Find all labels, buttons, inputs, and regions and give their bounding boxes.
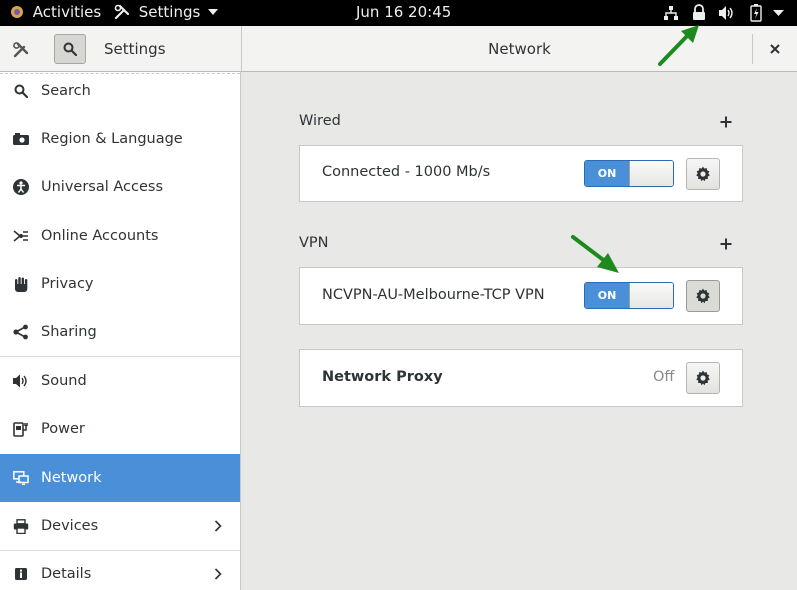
network-icon <box>12 469 30 487</box>
search-button[interactable] <box>54 34 86 64</box>
network-proxy-settings-button[interactable] <box>686 362 720 394</box>
network-proxy-card[interactable]: Network Proxy Off <box>299 349 743 407</box>
sidebar-item-label: Region & Language <box>41 131 183 147</box>
sidebar-item-devices[interactable]: Devices <box>0 502 240 550</box>
gear-icon <box>696 370 710 386</box>
clock[interactable]: Jun 16 20:45 <box>356 0 451 26</box>
chevron-right-icon <box>214 520 222 532</box>
speaker-icon <box>12 372 30 390</box>
activities-button[interactable]: Activities <box>10 0 101 26</box>
sidebar-item-label: Power <box>41 421 85 437</box>
hand-icon <box>12 275 30 293</box>
network-proxy-label: Network Proxy <box>322 369 443 385</box>
add-wired-connection-icon[interactable] <box>719 115 733 129</box>
wired-section-title: Wired <box>299 113 341 129</box>
camera-icon <box>12 130 30 148</box>
switch-knob <box>629 161 673 186</box>
close-icon <box>770 44 780 54</box>
wired-connection-card: Connected - 1000 Mb/s ON <box>299 145 743 202</box>
activities-icon <box>11 6 23 18</box>
system-menu-chevron-icon[interactable] <box>773 9 784 17</box>
network-panel: Wired Connected - 1000 Mb/s ON VPN NCVPN… <box>242 72 797 590</box>
wired-toggle-switch[interactable]: ON <box>584 160 674 187</box>
sidebar-title: Settings <box>104 40 166 58</box>
sidebar-item-sharing[interactable]: Sharing <box>0 308 240 356</box>
switch-on-label: ON <box>585 283 629 308</box>
header-separator-right <box>752 34 753 64</box>
network-proxy-status: Off <box>653 369 675 385</box>
printer-icon <box>12 517 30 535</box>
vpn-settings-button[interactable] <box>686 280 720 312</box>
share-icon <box>12 323 30 341</box>
vpn-lock-icon[interactable] <box>692 4 706 21</box>
settings-tools-icon <box>13 42 29 58</box>
sidebar-item-region-language[interactable]: Region & Language <box>0 115 240 163</box>
sidebar-item-label: Online Accounts <box>41 228 159 244</box>
info-icon <box>12 565 30 583</box>
accessibility-icon <box>12 178 30 196</box>
power-icon <box>12 420 30 438</box>
app-menu-button[interactable]: Settings <box>114 0 219 26</box>
sidebar-item-power[interactable]: Power <box>0 405 240 453</box>
sidebar-item-privacy[interactable]: Privacy <box>0 260 240 308</box>
sidebar-item-label: Details <box>41 566 92 582</box>
gear-icon <box>696 166 710 182</box>
search-icon <box>63 42 77 56</box>
panel-title: Network <box>488 40 551 58</box>
sidebar-item-sound[interactable]: Sound <box>0 357 240 405</box>
sidebar-item-universal-access[interactable]: Universal Access <box>0 163 240 211</box>
sidebar-item-label: Universal Access <box>41 179 164 195</box>
sidebar-item-network[interactable]: Network <box>0 454 240 502</box>
annotation-arrow-topbar <box>658 25 699 66</box>
network-wired-icon[interactable] <box>663 5 679 21</box>
wired-status-label: Connected - 1000 Mb/s <box>322 164 491 180</box>
sidebar-item-label: Sound <box>41 373 87 389</box>
vpn-section-title: VPN <box>299 235 329 251</box>
sidebar-item-label: Sharing <box>41 324 97 340</box>
vpn-toggle-switch[interactable]: ON <box>584 282 674 309</box>
chevron-down-icon <box>208 9 219 15</box>
switch-on-label: ON <box>585 161 629 186</box>
wired-settings-button[interactable] <box>686 158 720 190</box>
sidebar-item-details[interactable]: Details <box>0 550 240 590</box>
sidebar-item-label: Privacy <box>41 276 94 292</box>
sidebar-item-label: Devices <box>41 518 99 534</box>
vpn-connection-card: NCVPN-AU-Melbourne-TCP VPN ON <box>299 267 743 325</box>
add-vpn-connection-icon[interactable] <box>719 237 733 251</box>
sidebar-item-label: Search <box>41 83 91 99</box>
volume-icon[interactable] <box>718 5 736 21</box>
annotation-arrow-vpn-switch <box>571 235 619 273</box>
activities-label: Activities <box>32 3 102 21</box>
sidebar: Search Region & Language Universal Acces… <box>0 72 241 590</box>
sidebar-item-label: Network <box>41 470 102 486</box>
tools-icon <box>114 4 130 20</box>
vpn-connection-name: NCVPN-AU-Melbourne-TCP VPN <box>322 287 545 303</box>
gear-icon <box>696 288 710 304</box>
chevron-right-icon <box>214 568 222 580</box>
online-accounts-icon <box>12 227 30 245</box>
close-button[interactable] <box>765 40 785 58</box>
search-icon <box>12 82 30 100</box>
app-menu-label: Settings <box>138 3 201 21</box>
battery-icon[interactable] <box>750 4 762 22</box>
sidebar-item-online-accounts[interactable]: Online Accounts <box>0 212 240 260</box>
switch-knob <box>629 283 673 308</box>
sidebar-item-search[interactable]: Search <box>0 72 240 115</box>
